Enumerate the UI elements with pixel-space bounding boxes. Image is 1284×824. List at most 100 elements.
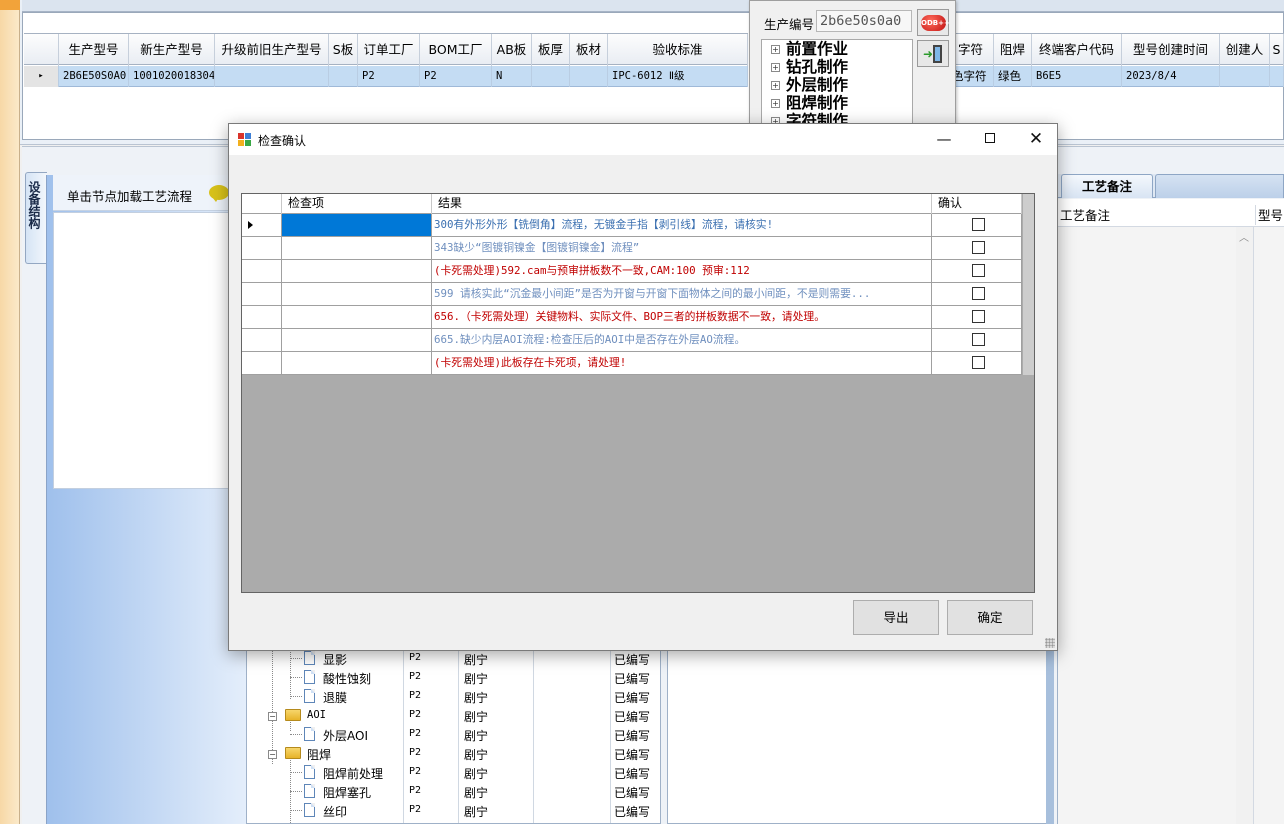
table-row[interactable]: 色字符 绿色 B6E5 2023/8/4: [948, 66, 1284, 87]
col-header[interactable]: 板厚: [532, 34, 570, 66]
result-cell[interactable]: 599 请核实此“沉金最小间距”是否为开窗与开窗下面物体之间的最小间距，不是则需…: [432, 283, 932, 305]
col-header[interactable]: 生产型号: [59, 34, 129, 66]
cell-acceptance-standard[interactable]: IPC-6012 Ⅱ级: [608, 66, 748, 87]
resize-grip-icon[interactable]: [1045, 638, 1055, 648]
col-header[interactable]: 新生产型号: [129, 34, 215, 66]
col-header[interactable]: 订单工厂: [358, 34, 420, 66]
minimize-button[interactable]: —: [921, 124, 967, 154]
export-button[interactable]: 导出: [853, 600, 939, 635]
col-header[interactable]: 升级前旧生产型号: [215, 34, 329, 66]
list-item[interactable]: − 阻焊 P2 剧宁 已编写: [247, 744, 660, 763]
check-item-cell[interactable]: [282, 260, 432, 282]
row-header[interactable]: [242, 283, 282, 305]
list-item[interactable]: 显影 P2 剧宁 已编写: [247, 649, 660, 668]
cell-order-factory[interactable]: P2: [358, 66, 420, 87]
cell-new-model[interactable]: 10010200183047: [129, 66, 215, 87]
col-header[interactable]: 检查项: [282, 194, 432, 214]
expand-icon[interactable]: +: [771, 63, 780, 72]
confirm-cell[interactable]: [932, 306, 1022, 328]
confirm-checkbox[interactable]: [972, 333, 985, 346]
list-item[interactable]: 酸性蚀刻 P2 剧宁 已编写: [247, 668, 660, 687]
confirm-cell[interactable]: [932, 283, 1022, 305]
col-header[interactable]: 型号: [1255, 205, 1283, 225]
confirm-checkbox[interactable]: [972, 218, 985, 231]
confirm-checkbox[interactable]: [972, 241, 985, 254]
col-header[interactable]: 板材: [570, 34, 608, 66]
row-header[interactable]: [242, 329, 282, 351]
row-header[interactable]: [242, 237, 282, 259]
tab-inactive[interactable]: [1155, 174, 1284, 198]
col-header[interactable]: S板: [329, 34, 358, 66]
scrollbar[interactable]: ︿: [1236, 227, 1253, 824]
col-header[interactable]: 工艺备注: [1060, 205, 1110, 224]
cell-creator[interactable]: [1220, 66, 1270, 87]
row-header[interactable]: [242, 306, 282, 328]
confirm-checkbox[interactable]: [972, 264, 985, 277]
collapse-icon[interactable]: −: [268, 712, 277, 721]
exit-button[interactable]: ➜: [917, 40, 949, 67]
check-item-cell[interactable]: [282, 237, 432, 259]
col-header[interactable]: 验收标准: [608, 34, 748, 66]
confirm-button[interactable]: 确定: [947, 600, 1033, 635]
check-item-cell[interactable]: [282, 329, 432, 351]
cell-extra[interactable]: [1270, 66, 1284, 87]
list-item[interactable]: 外层AOI P2 剧宁 已编写: [247, 725, 660, 744]
speech-bubble-icon[interactable]: [209, 185, 229, 202]
dialog-titlebar[interactable]: 检查确认 — ✕: [229, 124, 1057, 155]
col-header[interactable]: 创建人: [1220, 34, 1270, 66]
table-row[interactable]: 599 请核实此“沉金最小间距”是否为开窗与开窗下面物体之间的最小间距，不是则需…: [242, 283, 1022, 306]
table-row[interactable]: 343缺少“图镀铜镍金【图镀铜镍金】流程”: [242, 237, 1022, 260]
col-header[interactable]: 确认: [932, 194, 1022, 214]
list-item[interactable]: 阻焊前处理 P2 剧宁 已编写: [247, 763, 660, 782]
cell-customer-code[interactable]: B6E5: [1032, 66, 1122, 87]
table-row[interactable]: (卡死需处理)此板存在卡死项，请处理!: [242, 352, 1022, 375]
confirm-checkbox[interactable]: [972, 356, 985, 369]
cell-bom-factory[interactable]: P2: [420, 66, 492, 87]
confirm-cell[interactable]: [932, 214, 1022, 236]
result-cell[interactable]: 656.（卡死需处理）关键物料、实际文件、BOP三者的拼板数据不一致，请处理。: [432, 306, 932, 328]
confirm-checkbox[interactable]: [972, 287, 985, 300]
table-row[interactable]: ▸ 2B6E50S0A0 10010200183047 P2 P2 N IPC-…: [24, 66, 748, 87]
list-item[interactable]: 丝印 P2 剧宁 已编写: [247, 801, 660, 820]
list-item[interactable]: 阻焊塞孔 P2 剧宁 已编写: [247, 782, 660, 801]
col-header[interactable]: S: [1270, 34, 1284, 66]
collapse-icon[interactable]: −: [268, 750, 277, 759]
odb-button[interactable]: ODB++: [917, 9, 950, 36]
check-item-cell[interactable]: [282, 214, 432, 236]
table-row[interactable]: 656.（卡死需处理）关键物料、实际文件、BOP三者的拼板数据不一致，请处理。: [242, 306, 1022, 329]
check-item-cell[interactable]: [282, 306, 432, 328]
list-item[interactable]: − AOI P2 剧宁 已编写: [247, 706, 660, 725]
cell-created-time[interactable]: 2023/8/4: [1122, 66, 1220, 87]
result-cell[interactable]: 665.缺少内层AOI流程:检查压后的AOI中是否存在外层AO流程。: [432, 329, 932, 351]
cell-material[interactable]: [570, 66, 608, 87]
result-cell[interactable]: 300有外形外形【铣倒角】流程，无镀金手指【剥引线】流程，请核实!: [432, 214, 932, 236]
col-header[interactable]: 型号创建时间: [1122, 34, 1220, 66]
cell-solder-mask[interactable]: 绿色: [994, 66, 1032, 87]
tab-equipment-structure[interactable]: 设备结构: [25, 172, 47, 264]
cell-s-board[interactable]: [329, 66, 358, 87]
tree-node[interactable]: + 外层制作: [762, 76, 912, 94]
close-button[interactable]: ✕: [1013, 124, 1059, 154]
maximize-button[interactable]: [967, 124, 1013, 154]
scrollbar[interactable]: [1023, 194, 1034, 375]
row-header[interactable]: [242, 260, 282, 282]
result-cell[interactable]: 343缺少“图镀铜镍金【图镀铜镍金】流程”: [432, 237, 932, 259]
cell-thickness[interactable]: [532, 66, 570, 87]
cell-ab-board[interactable]: N: [492, 66, 532, 87]
confirm-cell[interactable]: [932, 329, 1022, 351]
row-header[interactable]: [242, 214, 282, 236]
check-item-cell[interactable]: [282, 352, 432, 374]
confirm-cell[interactable]: [932, 260, 1022, 282]
col-header[interactable]: AB板: [492, 34, 532, 66]
row-selector-icon[interactable]: ▸: [24, 66, 59, 87]
col-header[interactable]: 阻焊: [994, 34, 1032, 66]
table-row[interactable]: 665.缺少内层AOI流程:检查压后的AOI中是否存在外层AO流程。: [242, 329, 1022, 352]
list-item[interactable]: 退膜 P2 剧宁 已编写: [247, 687, 660, 706]
table-row[interactable]: 300有外形外形【铣倒角】流程，无镀金手指【剥引线】流程，请核实!: [242, 214, 1022, 237]
check-item-cell[interactable]: [282, 283, 432, 305]
tree-node[interactable]: + 前置作业: [762, 40, 912, 58]
confirm-cell[interactable]: [932, 237, 1022, 259]
confirm-cell[interactable]: [932, 352, 1022, 374]
production-number-field[interactable]: 2b6e50s0a0: [816, 10, 912, 32]
col-header[interactable]: BOM工厂: [420, 34, 492, 66]
